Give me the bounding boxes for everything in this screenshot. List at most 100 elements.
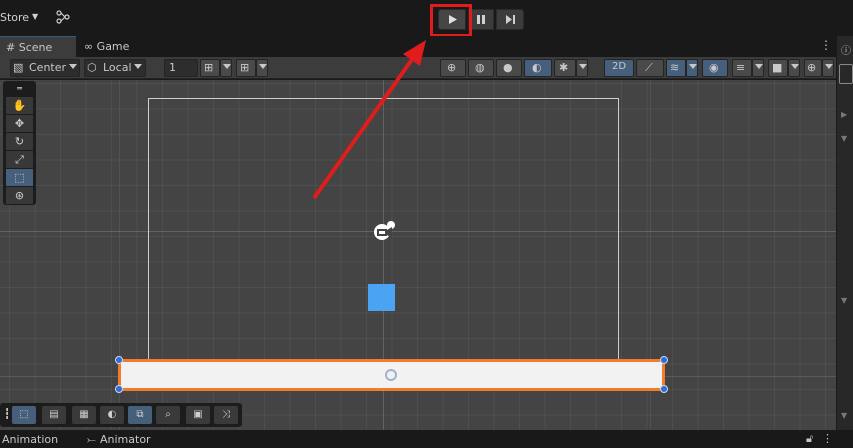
camera-icon: ■ — [772, 61, 783, 74]
overlay-rect-button[interactable]: ⬚ — [12, 406, 36, 424]
increment-snap-icon: ⊞ — [240, 61, 250, 74]
overlay-grid-button[interactable]: ▦ — [72, 406, 96, 424]
arrow-down-icon[interactable]: ▼ — [841, 134, 847, 143]
info-icon[interactable]: ⓘ — [841, 42, 851, 57]
chevron-down-icon — [223, 64, 231, 69]
panel-box-icon[interactable] — [839, 64, 853, 84]
unlit-shading-button[interactable]: ◐ — [524, 59, 552, 77]
overlay-tile-button[interactable]: ▤ — [42, 406, 66, 424]
unlit-moon-icon: ◐ — [532, 61, 542, 74]
chevron-down-icon[interactable]: ▼ — [32, 12, 38, 21]
pivot-dropdown[interactable]: ▧ Center — [10, 59, 80, 77]
layers-dropdown[interactable] — [752, 59, 764, 77]
top-toolbar: Store ▼ — [0, 0, 853, 37]
shaded-sphere-icon: ● — [503, 61, 513, 74]
gizmos-button[interactable]: ⊕ — [804, 59, 822, 77]
pivot-label: Center — [29, 61, 67, 74]
shaded-button[interactable]: ● — [496, 59, 522, 77]
collab-icon[interactable] — [56, 10, 70, 24]
tab-scene[interactable]: # Scene — [0, 36, 76, 57]
overlay-camera-button[interactable]: ▣ — [186, 406, 210, 424]
move-tool-button[interactable]: ✥ — [6, 115, 33, 132]
increment-snap-dropdown[interactable] — [256, 59, 268, 77]
increment-snap-button[interactable]: ⊞ — [236, 59, 256, 77]
drag-handle-icon[interactable]: ┇ — [4, 406, 10, 424]
store-menu[interactable]: Store — [0, 11, 29, 24]
resize-handle-top-right[interactable] — [660, 356, 668, 364]
chevron-down-icon — [825, 64, 833, 69]
resize-handle-bottom-left[interactable] — [115, 385, 123, 393]
eye-icon: ◉ — [709, 61, 719, 74]
gizmos-dropdown[interactable] — [822, 59, 834, 77]
more-options-icon[interactable]: ⋮ — [820, 38, 832, 52]
lock-icon[interactable]: 🔓︎ — [806, 432, 813, 446]
rect-tool-button[interactable]: ⬚ — [6, 169, 33, 186]
fx-dropdown[interactable] — [686, 59, 698, 77]
chevron-down-icon — [689, 64, 697, 69]
player-square-sprite[interactable] — [368, 284, 395, 311]
camera-gizmo-icon[interactable] — [370, 217, 398, 245]
fx-toggle-button[interactable]: ≋ — [666, 59, 686, 77]
arrow-down-icon[interactable]: ▼ — [841, 411, 847, 420]
overlay-shuffle-button[interactable]: ⤨ — [214, 406, 238, 424]
pause-icon — [477, 15, 485, 24]
tab-animation[interactable]: Animation — [2, 433, 58, 446]
scale-tool-button[interactable]: ⤢ — [6, 151, 33, 168]
visibility-toggle-button[interactable]: ◉ — [702, 59, 728, 77]
resize-handle-top-left[interactable] — [115, 356, 123, 364]
scene-viewport[interactable] — [0, 80, 836, 430]
grid-size-input[interactable]: 1 — [164, 59, 198, 77]
toggle-2d-button[interactable]: 2D — [604, 59, 634, 77]
move-arrows-icon: ✥ — [14, 117, 25, 130]
pivot-center-icon: ▧ — [13, 61, 24, 74]
toggle-2d-label: 2D — [612, 61, 627, 72]
rotate-icon: ↻ — [14, 135, 25, 148]
arrow-down-icon[interactable]: ▼ — [841, 296, 847, 305]
chevron-down-icon — [259, 64, 267, 69]
lighting-toggle-button[interactable]: ⟋ — [636, 59, 664, 77]
tab-game[interactable]: ∞ Game — [78, 36, 142, 57]
wireframe-shading-button[interactable]: ⊕ — [440, 59, 466, 77]
layers-button[interactable]: ≡ — [732, 59, 752, 77]
overlay-search-button[interactable]: ⌕ — [156, 406, 180, 424]
snap-grid-dropdown[interactable] — [220, 59, 232, 77]
search-icon: ⌕ — [165, 409, 171, 420]
overlay-layers-button[interactable]: ⧉ — [128, 406, 152, 424]
cube-icon: ⬡ — [87, 61, 97, 74]
pivot-handle-icon[interactable] — [385, 369, 397, 381]
rotate-tool-button[interactable]: ↻ — [6, 133, 33, 150]
space-dropdown[interactable]: ⬡ Local — [84, 59, 146, 77]
arrow-right-icon[interactable]: ▶ — [841, 110, 847, 119]
chevron-down-icon — [134, 64, 142, 69]
annotation-highlight-box — [430, 4, 472, 37]
inspector-collapsed-strip: ⓘ ▶ ▼ ▼ ▼ — [836, 36, 853, 448]
chevron-down-icon — [755, 64, 763, 69]
overlay-lighting-button[interactable]: ◐ — [100, 406, 124, 424]
resize-handle-bottom-right[interactable] — [660, 385, 668, 393]
shaded-wireframe-icon: ◍ — [475, 61, 485, 74]
step-button[interactable] — [496, 9, 524, 30]
more-options-icon[interactable]: ⋮ — [822, 432, 833, 445]
rect-transform-icon: ⬚ — [14, 171, 25, 184]
debug-draw-button[interactable]: ✱ — [554, 59, 576, 77]
snap-grid-button[interactable]: ⊞ — [200, 59, 220, 77]
transform-tool-button[interactable]: ⊛ — [6, 187, 33, 204]
drag-handle-icon[interactable]: ═ — [6, 84, 33, 94]
chevron-down-icon — [69, 64, 77, 69]
hand-tool-button[interactable]: ✋ — [6, 97, 33, 114]
camera-settings-button[interactable]: ■ — [768, 59, 788, 77]
shuffle-icon: ⤨ — [222, 409, 230, 420]
overlay-toolbar: ┇ ⬚ ▤ ▦ ◐ ⧉ ⌕ ▣ ⤨ — [0, 403, 242, 427]
stack-layers-icon: ⧉ — [136, 409, 144, 420]
layers-fx-icon: ≋ — [670, 61, 680, 74]
shaded-wireframe-button[interactable]: ◍ — [468, 59, 494, 77]
space-label: Local — [103, 61, 132, 74]
step-icon — [506, 15, 515, 24]
tab-scene-label: Scene — [18, 41, 53, 54]
tab-animator[interactable]: Animator — [100, 433, 151, 446]
debug-draw-dropdown[interactable] — [576, 59, 588, 77]
transform-icon: ⊛ — [14, 189, 25, 202]
gizmo-globe-icon: ⊕ — [807, 61, 817, 74]
grid-hash-icon: # — [6, 41, 16, 54]
camera-settings-dropdown[interactable] — [788, 59, 800, 77]
